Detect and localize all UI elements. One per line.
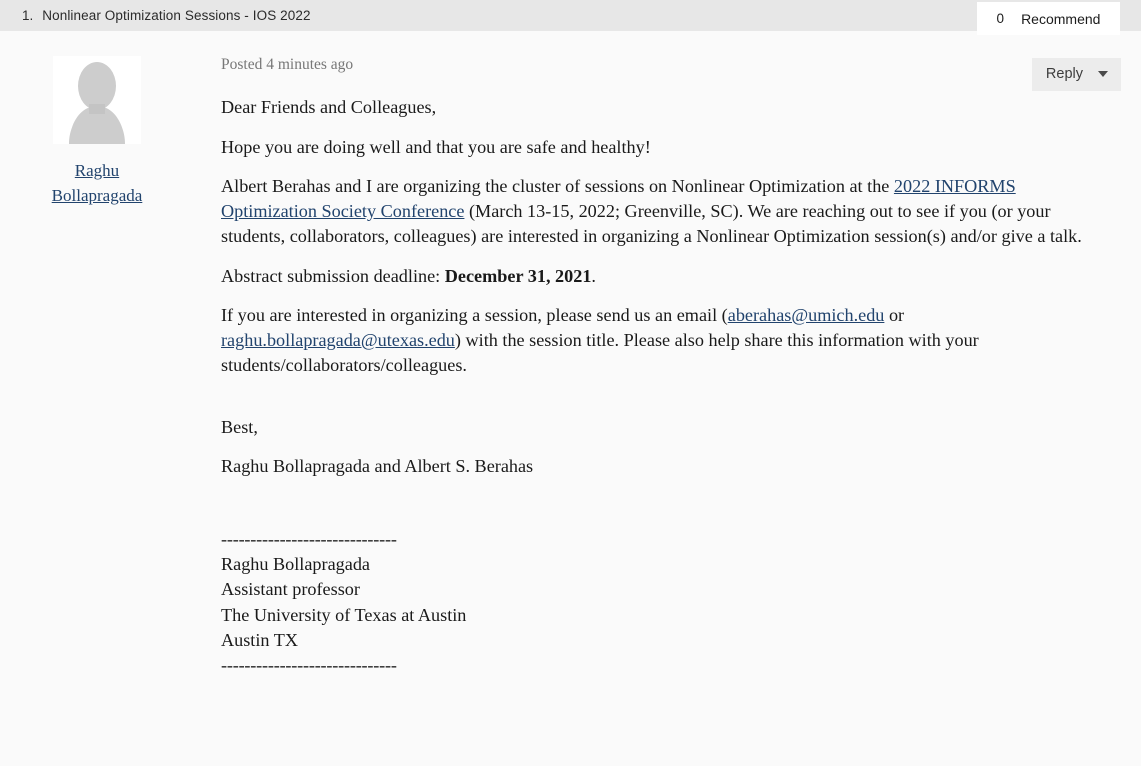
paragraph-deadline: Abstract submission deadline: December 3… <box>221 264 1111 289</box>
user-placeholder-icon <box>53 56 141 144</box>
signature-location: Austin TX <box>221 629 298 650</box>
thread-title-row[interactable]: 1. Nonlinear Optimization Sessions - IOS… <box>0 8 311 23</box>
thread-title[interactable]: Nonlinear Optimization Sessions - IOS 20… <box>42 8 310 23</box>
thread-header-bar: 1. Nonlinear Optimization Sessions - IOS… <box>0 0 1141 31</box>
recommend-count: 0 <box>996 11 1005 26</box>
paragraph-main-pre: Albert Berahas and I are organizing the … <box>221 176 894 196</box>
signature-title: Assistant professor <box>221 579 360 600</box>
paragraph-wellbeing: Hope you are doing well and that you are… <box>221 136 651 157</box>
reply-label: Reply <box>1045 66 1083 82</box>
email-link-berahas[interactable]: aberahas@umich.edu <box>728 305 885 325</box>
contact-mid: or <box>884 305 905 325</box>
deadline-prefix: Abstract submission deadline: <box>221 265 445 286</box>
author-name-link[interactable]: Raghu Bollapragada <box>42 158 152 208</box>
chevron-down-icon[interactable] <box>1098 71 1108 77</box>
email-link-bollapragada[interactable]: raghu.bollapragada@utexas.edu <box>221 330 455 350</box>
recommend-label: Recommend <box>1021 10 1101 27</box>
deadline-suffix: . <box>591 265 596 286</box>
deadline-date: December 31, 2021 <box>444 265 592 286</box>
posted-timestamp: Posted 4 minutes ago <box>221 56 354 73</box>
signature-block: ------------------------------ Raghu Bol… <box>221 527 1121 678</box>
contact-pre: If you are interested in organizing a se… <box>221 305 728 325</box>
signature-rule-top: ------------------------------ <box>221 529 397 549</box>
paragraph-signoff: Raghu Bollapragada and Albert S. Berahas <box>221 456 534 476</box>
recommend-button[interactable]: 0 Recommend <box>977 2 1120 35</box>
signature-rule-bottom: ------------------------------ <box>221 655 397 676</box>
reply-button[interactable]: Reply <box>1031 58 1121 91</box>
author-column: Raghu Bollapragada <box>42 56 152 208</box>
avatar[interactable] <box>53 56 141 144</box>
signature-institution: The University of Texas at Austin <box>221 604 467 625</box>
paragraph-main: Albert Berahas and I are organizing the … <box>221 174 1115 249</box>
paragraph-greeting: Dear Friends and Colleagues, <box>221 97 437 117</box>
signature-name: Raghu Bollapragada <box>221 554 370 575</box>
post-body-column: Posted 4 minutes ago Dear Friends and Co… <box>221 56 1121 678</box>
thread-index: 1. <box>22 8 34 23</box>
paragraph-closing: Best, <box>221 416 258 437</box>
paragraph-contact: If you are interested in organizing a se… <box>221 303 1115 378</box>
message-body: Dear Friends and Colleagues, Hope you ar… <box>221 95 1121 678</box>
